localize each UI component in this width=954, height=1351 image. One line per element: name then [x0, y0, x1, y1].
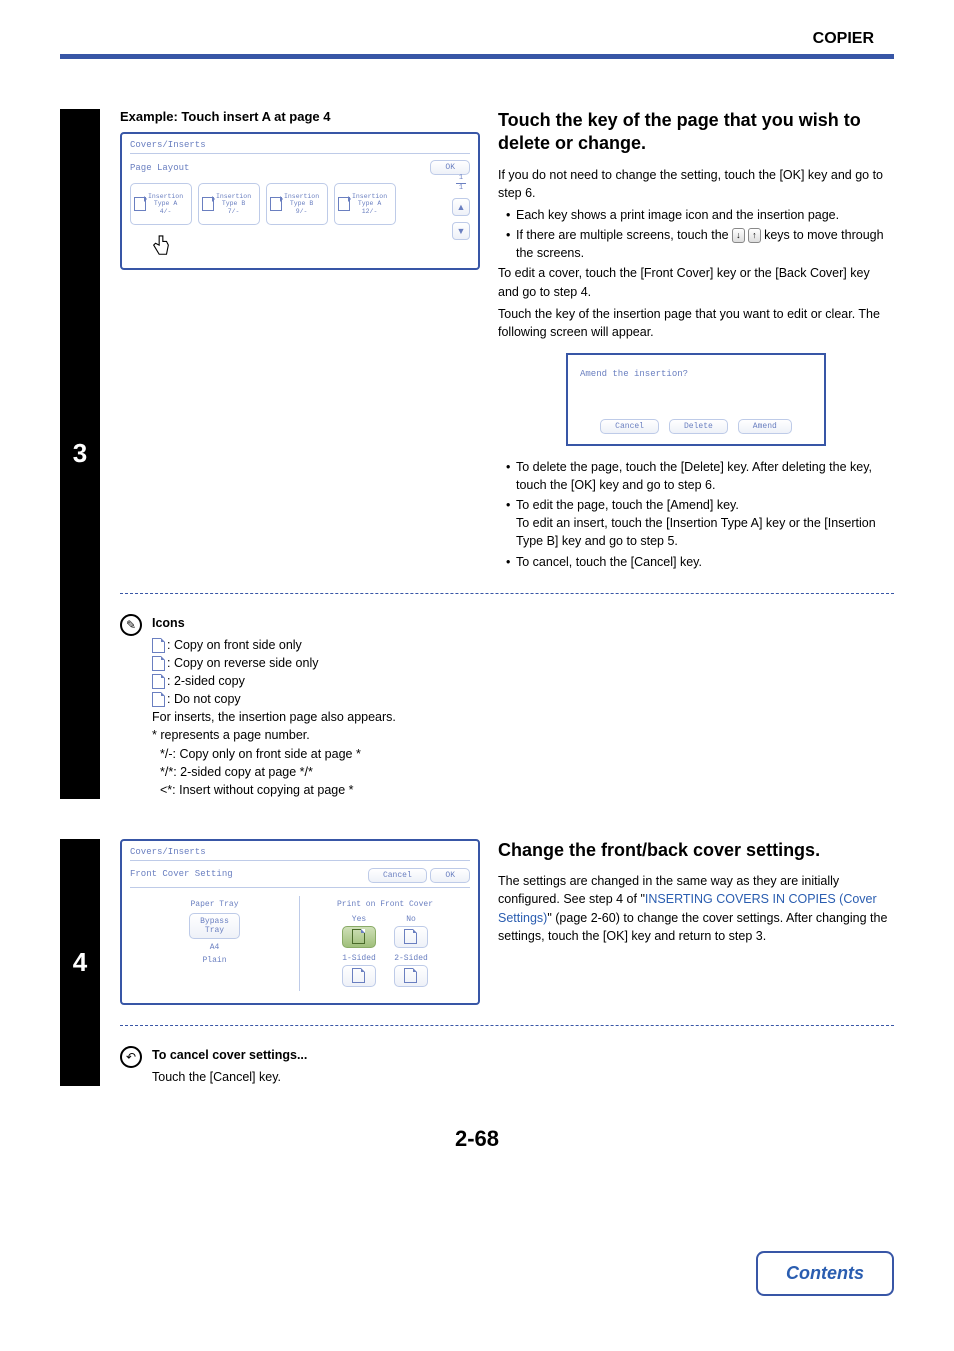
step3-text2: To edit a cover, touch the [Front Cover]… — [498, 264, 894, 300]
panel-title: Covers/Inserts — [130, 140, 470, 154]
page-icon — [270, 197, 282, 211]
after-bullet-delete: To delete the page, touch the [Delete] k… — [506, 458, 894, 494]
contents-button[interactable]: Contents — [756, 1251, 894, 1296]
cancel-cover-note: To cancel cover settings... Touch the [C… — [152, 1046, 307, 1086]
header-rule — [60, 54, 894, 59]
page-current: 1 — [459, 174, 463, 182]
amend-button[interactable]: Amend — [738, 419, 792, 434]
panel-subheader: Page Layout — [130, 163, 189, 173]
panel-title: Covers/Inserts — [130, 847, 470, 861]
step3-bullet1: Each key shows a print image icon and th… — [506, 206, 894, 224]
two-sided-button[interactable] — [394, 965, 428, 987]
divider — [120, 1025, 894, 1026]
bypass-tray-button[interactable]: Bypass Tray — [189, 913, 240, 939]
front-side-icon — [152, 638, 165, 653]
amend-insertion-panel: Amend the insertion? Cancel Delete Amend — [566, 353, 826, 446]
insertion-card-a-4[interactable]: InsertionType A4/- — [130, 183, 192, 225]
step-4: 4 Covers/Inserts Front Cover Setting Can… — [60, 839, 894, 1086]
down-arrow-key-icon: ↓ — [732, 228, 745, 243]
page-total: 1 — [459, 184, 463, 192]
two-sided-icon — [152, 674, 165, 689]
step-title: Touch the key of the page that you wish … — [498, 109, 894, 156]
icons-legend: Icons : Copy on front side only : Copy o… — [152, 614, 396, 799]
front-cover-setting-panel: Covers/Inserts Front Cover Setting Cance… — [120, 839, 480, 1005]
page-up-button[interactable]: ▲ — [452, 198, 470, 216]
paper-tray-heading: Paper Tray — [190, 900, 238, 909]
after-bullet-cancel: To cancel, touch the [Cancel] key. — [506, 553, 894, 571]
cancel-button[interactable]: Cancel — [368, 868, 427, 883]
touch-hand-icon — [150, 234, 172, 258]
print-yes-button[interactable] — [342, 926, 376, 948]
ok-button[interactable]: OK — [430, 868, 470, 883]
step3-text3: Touch the key of the insertion page that… — [498, 305, 894, 341]
paper-type: Plain — [202, 956, 226, 965]
up-arrow-key-icon: ↑ — [748, 228, 761, 243]
page-down-button[interactable]: ▼ — [452, 222, 470, 240]
reverse-side-icon — [152, 656, 165, 671]
step4-text: The settings are changed in the same way… — [498, 872, 894, 945]
chapter-header: COPIER — [60, 30, 894, 48]
step-3: 3 Example: Touch insert A at page 4 Cove… — [60, 109, 894, 799]
after-bullet-amend: To edit the page, touch the [Amend] key.… — [506, 496, 894, 550]
amend-question: Amend the insertion? — [580, 369, 812, 379]
print-front-cover-heading: Print on Front Cover — [337, 900, 433, 909]
step-number-bar: 4 — [60, 839, 100, 1086]
divider — [120, 593, 894, 594]
insertion-card-a-12[interactable]: InsertionType A12/- — [334, 183, 396, 225]
one-sided-button[interactable] — [342, 965, 376, 987]
insertion-card-b-7[interactable]: InsertionType B7/- — [198, 183, 260, 225]
insertion-card-b-9[interactable]: InsertionType B9/- — [266, 183, 328, 225]
page-icon — [338, 197, 350, 211]
do-not-copy-icon — [152, 692, 165, 707]
page-icon — [202, 197, 214, 211]
page-icon — [134, 197, 146, 211]
ok-button[interactable]: OK — [430, 160, 470, 175]
step-title: Change the front/back cover settings. — [498, 839, 894, 862]
step-number: 4 — [73, 947, 87, 978]
delete-button[interactable]: Delete — [669, 419, 728, 434]
step-number: 3 — [73, 438, 87, 469]
cancel-button[interactable]: Cancel — [600, 419, 659, 434]
note-icon: ✎ — [120, 614, 142, 636]
step-number-bar: 3 — [60, 109, 100, 799]
page-number: 2-68 — [60, 1126, 894, 1152]
panel-subheader: Front Cover Setting — [130, 869, 233, 879]
back-icon: ↶ — [120, 1046, 142, 1068]
step3-text1: If you do not need to change the setting… — [498, 166, 894, 202]
print-no-button[interactable] — [394, 926, 428, 948]
step3-bullet2: If there are multiple screens, touch the… — [506, 226, 894, 262]
covers-inserts-panel: Covers/Inserts Page Layout OK InsertionT… — [120, 132, 480, 270]
paper-size: A4 — [210, 943, 220, 952]
example-label: Example: Touch insert A at page 4 — [120, 109, 480, 124]
